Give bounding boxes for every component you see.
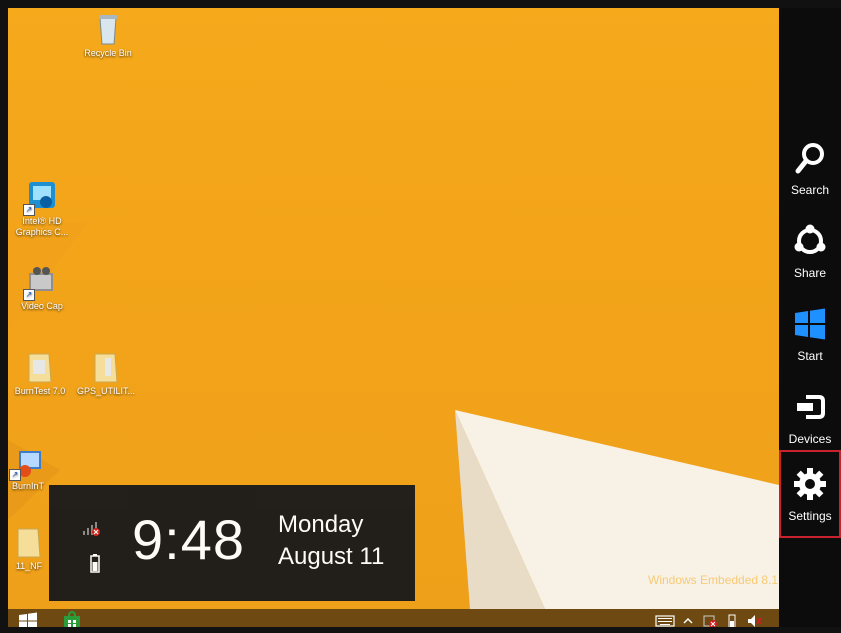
desktop-icon-label: Recycle Bin xyxy=(84,48,132,58)
shortcut-arrow-icon: ↗ xyxy=(23,204,35,216)
screen-bezel-top xyxy=(0,0,841,8)
desktop-icon-11-nf[interactable]: 11_NF xyxy=(6,525,52,572)
desktop-icon-label: Intel® HD Graphics C... xyxy=(15,216,69,237)
video-capture-icon: ↗ xyxy=(23,265,59,301)
clock-overlay: 9:48 Monday August 11 xyxy=(49,485,415,601)
folder-icon xyxy=(12,525,46,559)
clock-day: Monday xyxy=(278,511,364,538)
devices-icon xyxy=(797,395,825,419)
share-icon xyxy=(794,224,826,254)
charm-label: Start xyxy=(797,349,823,363)
windows-logo-icon xyxy=(795,308,825,340)
folder-icon xyxy=(23,350,57,384)
clock-date: August 11 xyxy=(278,543,385,570)
intel-graphics-icon: ↗ xyxy=(23,180,59,216)
charm-settings[interactable]: Settings xyxy=(779,450,841,538)
charm-devices[interactable]: Devices xyxy=(779,379,841,457)
no-signal-icon xyxy=(83,522,100,536)
desktop-icon-label: Video Cap xyxy=(21,301,63,311)
desktop-icon-burnin-test[interactable]: ↗ BurnInT xyxy=(0,445,56,492)
desktop-icon-gps-utility[interactable]: GPS_UTILIT... xyxy=(74,350,138,397)
desktop-icon-label: BurnTest 7.0 xyxy=(14,386,66,396)
charm-label: Search xyxy=(790,183,830,197)
charm-label: Share xyxy=(793,266,827,280)
desktop-icon-video-cap[interactable]: ↗ Video Cap xyxy=(10,265,74,312)
charm-start[interactable]: Start xyxy=(779,296,841,374)
desktop-icon-intel-graphics[interactable]: ↗ Intel® HD Graphics C... xyxy=(10,180,74,238)
charm-label: Settings xyxy=(788,509,832,523)
desktop-icon-label: BurnInT xyxy=(11,481,44,491)
charm-label: Devices xyxy=(788,432,832,446)
shortcut-arrow-icon: ↗ xyxy=(9,469,21,481)
gear-icon xyxy=(794,468,826,500)
screen-bezel-bottom xyxy=(0,627,841,633)
battery-icon xyxy=(90,554,100,573)
windows-watermark: Windows Embedded 8.1 xyxy=(648,573,779,587)
burnin-test-icon: ↗ xyxy=(9,445,45,481)
desktop-icon-burntest[interactable]: BurnTest 7.0 xyxy=(8,350,72,397)
desktop-icon-recycle-bin[interactable]: Recycle Bin xyxy=(76,12,140,59)
folder-icon xyxy=(89,350,123,384)
charms-bar: Search Share Start Devices Settings xyxy=(779,8,841,633)
desktop-screen: Recycle Bin ↗ Intel® HD Graphics C... ↗ … xyxy=(0,0,841,633)
clock-time: 9:48 xyxy=(132,508,245,571)
search-icon xyxy=(795,143,824,174)
recycle-bin-icon xyxy=(91,12,125,46)
desktop-icon-label: 11_NF xyxy=(15,561,43,571)
charm-search[interactable]: Search xyxy=(779,130,841,208)
charm-share[interactable]: Share xyxy=(779,213,841,291)
shortcut-arrow-icon: ↗ xyxy=(23,289,35,301)
desktop-icon-label: GPS_UTILIT... xyxy=(76,386,136,396)
